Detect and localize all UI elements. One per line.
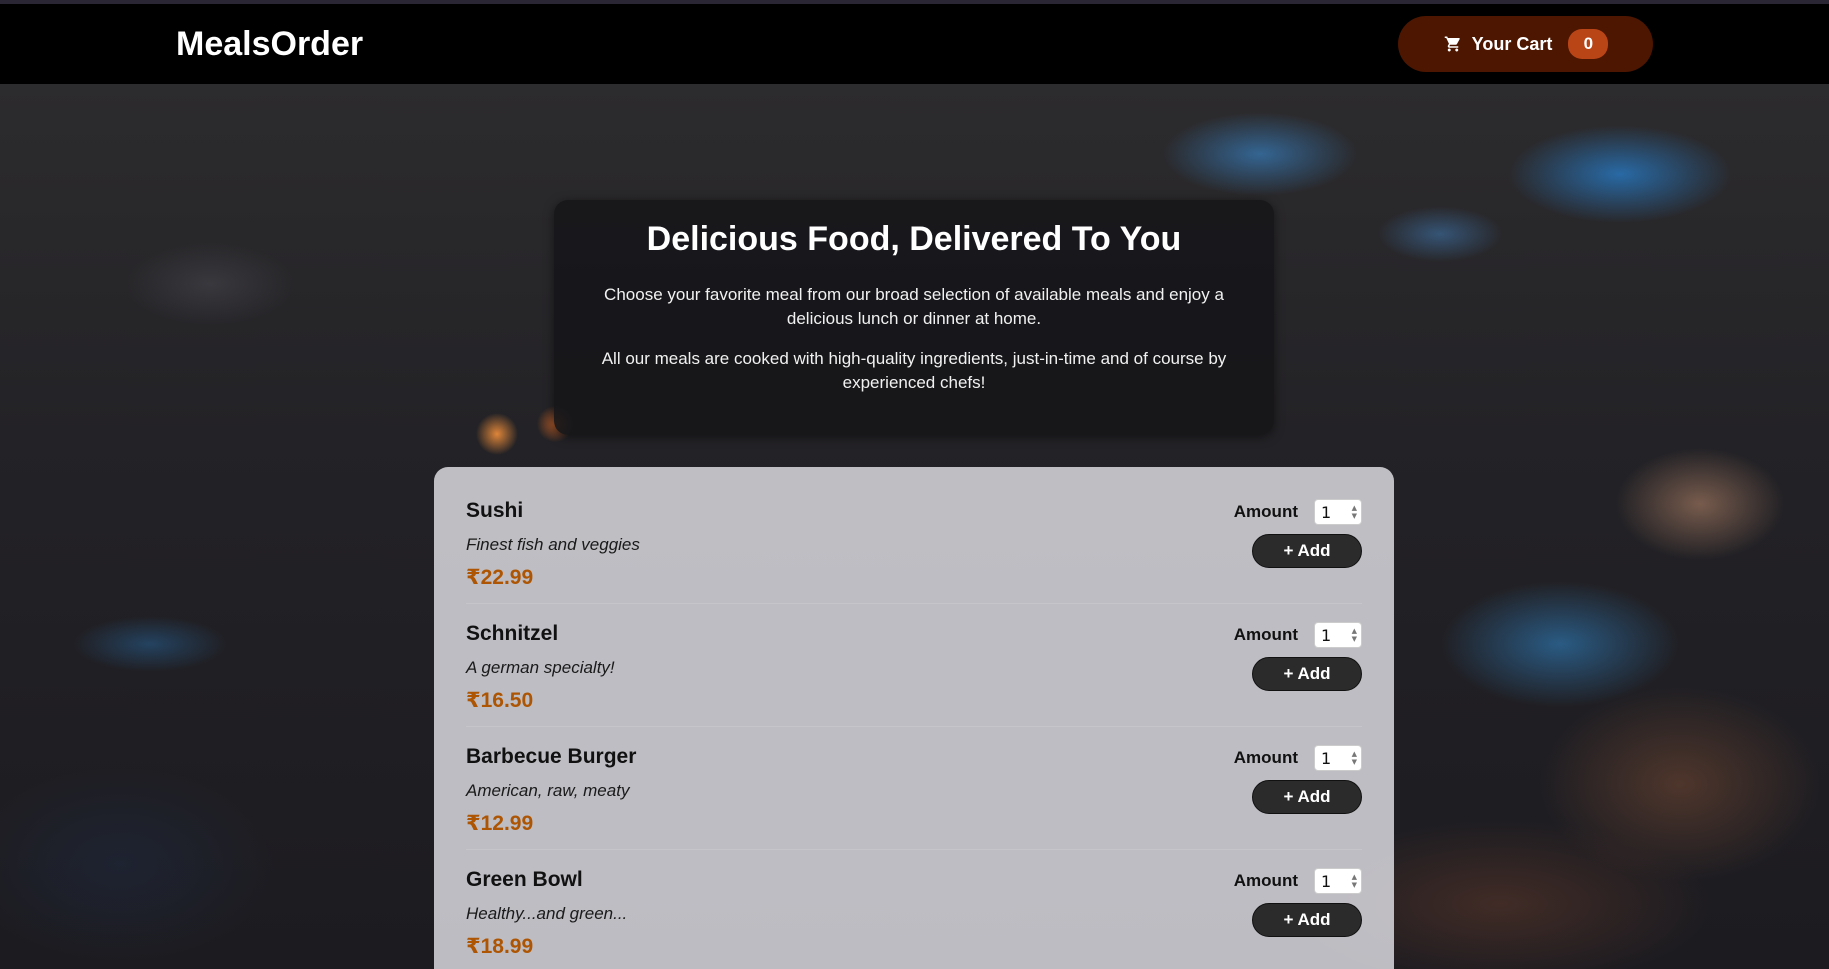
page: MealsOrder Your Cart 0 Delicious Food, D… (0, 0, 1829, 969)
meal-description: American, raw, meaty (466, 781, 630, 800)
amount-label: Amount (1233, 625, 1298, 644)
meal-description: Healthy...and green... (466, 904, 628, 923)
meal-name: Green Bowl (466, 868, 583, 891)
amount-value: 1 (1321, 502, 1332, 522)
amount-label: Amount (1233, 502, 1298, 521)
summary-title: Delicious Food, Delivered To You (646, 220, 1182, 258)
amount-row: Amount 1 ▲ ▼ (1234, 745, 1362, 771)
amount-row: Amount 1 ▲ ▼ (1234, 622, 1362, 648)
amount-label: Amount (1233, 871, 1298, 890)
summary-card: Delicious Food, Delivered To You Choose … (554, 200, 1274, 435)
add-to-cart-button[interactable]: + Add (1252, 903, 1362, 937)
amount-input[interactable]: 1 ▲ ▼ (1314, 868, 1362, 894)
meal-form: Amount 1 ▲ ▼ + Add (1234, 499, 1362, 568)
amount-value: 1 (1321, 748, 1332, 768)
amount-row: Amount 1 ▲ ▼ (1234, 868, 1362, 894)
meal-item: Barbecue Burger American, raw, meaty ₹12… (466, 727, 1362, 850)
amount-input[interactable]: 1 ▲ ▼ (1314, 622, 1362, 648)
meal-price: ₹18.99 (466, 935, 534, 958)
meal-item: Schnitzel A german specialty! ₹16.50 Amo… (466, 604, 1362, 727)
meal-info: Sushi Finest fish and veggies ₹22.99 (466, 499, 640, 590)
meal-description: A german specialty! (466, 658, 615, 677)
meal-info: Green Bowl Healthy...and green... ₹18.99 (466, 868, 627, 959)
add-to-cart-button[interactable]: + Add (1252, 657, 1362, 691)
meal-name: Barbecue Burger (466, 745, 637, 768)
shopping-cart-icon (1443, 34, 1463, 54)
amount-value: 1 (1321, 871, 1332, 891)
meal-form: Amount 1 ▲ ▼ + Add (1234, 868, 1362, 937)
meal-price: ₹22.99 (466, 566, 534, 589)
amount-input[interactable]: 1 ▲ ▼ (1314, 745, 1362, 771)
amount-value: 1 (1321, 625, 1332, 645)
meal-info: Schnitzel A german specialty! ₹16.50 (466, 622, 615, 713)
meal-item: Sushi Finest fish and veggies ₹22.99 Amo… (466, 481, 1362, 604)
meals-list: Sushi Finest fish and veggies ₹22.99 Amo… (434, 467, 1394, 969)
meal-name: Schnitzel (466, 622, 559, 645)
cart-button[interactable]: Your Cart 0 (1398, 16, 1653, 72)
summary-paragraph-2: All our meals are cooked with high-quali… (601, 349, 1227, 392)
meal-form: Amount 1 ▲ ▼ + Add (1234, 745, 1362, 814)
amount-row: Amount 1 ▲ ▼ (1234, 499, 1362, 525)
meal-description: Finest fish and veggies (466, 535, 640, 554)
stepper-arrows-icon[interactable]: ▲ ▼ (1352, 750, 1357, 766)
cart-label: Your Cart (1471, 33, 1553, 54)
stepper-arrows-icon[interactable]: ▲ ▼ (1352, 873, 1357, 889)
meal-price: ₹16.50 (466, 689, 534, 712)
amount-label: Amount (1233, 748, 1298, 767)
summary-paragraph-1: Choose your favorite meal from our broad… (604, 285, 1224, 328)
stepper-arrows-icon[interactable]: ▲ ▼ (1352, 627, 1357, 643)
meal-info: Barbecue Burger American, raw, meaty ₹12… (466, 745, 636, 836)
amount-input[interactable]: 1 ▲ ▼ (1314, 499, 1362, 525)
app-logo: MealsOrder (176, 24, 364, 63)
meal-name: Sushi (466, 499, 524, 522)
add-to-cart-button[interactable]: + Add (1252, 780, 1362, 814)
meal-form: Amount 1 ▲ ▼ + Add (1234, 622, 1362, 691)
cart-count-badge: 0 (1568, 29, 1609, 59)
meal-item: Green Bowl Healthy...and green... ₹18.99… (466, 850, 1362, 969)
meal-price: ₹12.99 (466, 812, 534, 835)
header: MealsOrder Your Cart 0 (0, 4, 1829, 84)
stepper-arrows-icon[interactable]: ▲ ▼ (1352, 504, 1357, 520)
add-to-cart-button[interactable]: + Add (1252, 534, 1362, 568)
